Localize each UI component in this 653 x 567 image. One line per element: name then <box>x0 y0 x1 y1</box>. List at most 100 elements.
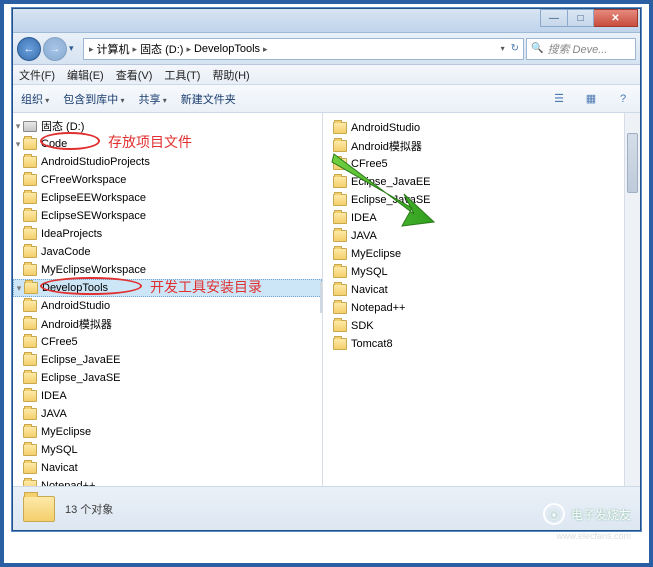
tree-item[interactable]: JavaCode <box>13 243 322 261</box>
scrollbar-vertical[interactable] <box>624 113 640 486</box>
folder-icon <box>333 302 347 314</box>
tree-item[interactable]: Notepad++ <box>13 477 322 486</box>
list-item[interactable]: Eclipse_JavaSE <box>329 191 640 209</box>
menu-tools[interactable]: 工具(T) <box>164 67 200 83</box>
tree-item[interactable]: MySQL <box>13 441 322 459</box>
tree-item[interactable]: IdeaProjects <box>13 225 322 243</box>
menu-view[interactable]: 查看(V) <box>116 67 153 83</box>
chevron-icon <box>262 43 269 55</box>
folder-icon <box>23 300 37 312</box>
folder-icon <box>23 336 37 348</box>
folder-icon <box>23 228 37 240</box>
search-input[interactable]: 🔍 搜索 Deve... <box>526 38 636 60</box>
list-item[interactable]: CFree5 <box>329 155 640 173</box>
folder-icon <box>333 230 347 242</box>
tree-item[interactable]: Eclipse_JavaEE <box>13 351 322 369</box>
status-bar: 13 个对象 <box>13 486 640 530</box>
list-item[interactable]: AndroidStudio <box>329 119 640 137</box>
forward-button[interactable]: → <box>43 37 67 61</box>
tree-item[interactable]: Eclipse_JavaSE <box>13 369 322 387</box>
close-button[interactable]: ✕ <box>594 9 638 27</box>
back-button[interactable]: ← <box>17 37 41 61</box>
include-library-button[interactable]: 包含到库中 <box>63 91 124 107</box>
view-mode-icon[interactable]: ☰ <box>550 90 568 108</box>
folder-icon <box>23 496 55 522</box>
list-item[interactable]: Eclipse_JavaEE <box>329 173 640 191</box>
tree-item[interactable]: AndroidStudioProjects <box>13 153 322 171</box>
new-folder-button[interactable]: 新建文件夹 <box>181 91 236 107</box>
watermark-url: www.elecfans.com <box>556 531 631 541</box>
tree-item[interactable]: CFreeWorkspace <box>13 171 322 189</box>
folder-icon <box>333 122 347 134</box>
folder-icon <box>23 354 37 366</box>
address-dropdown-icon[interactable]: ▾ <box>501 44 505 53</box>
list-item[interactable]: MyEclipse <box>329 245 640 263</box>
status-count: 13 个对象 <box>65 501 113 517</box>
folder-icon <box>23 156 37 168</box>
list-item[interactable]: IDEA <box>329 209 640 227</box>
organize-button[interactable]: 组织 <box>21 91 49 107</box>
list-item[interactable]: MySQL <box>329 263 640 281</box>
list-item[interactable]: Tomcat8 <box>329 335 640 353</box>
tree-item[interactable]: CFree5 <box>13 333 322 351</box>
chevron-icon <box>185 43 192 55</box>
list-item[interactable]: SDK <box>329 317 640 335</box>
menubar: 文件(F) 编辑(E) 查看(V) 工具(T) 帮助(H) <box>13 65 640 85</box>
file-list: AndroidStudio Android模拟器 CFree5 Eclipse_… <box>323 113 640 486</box>
tree-item-selected[interactable]: ▾DevelopTools <box>13 279 322 297</box>
maximize-button[interactable]: □ <box>568 9 594 27</box>
share-button[interactable]: 共享 <box>139 91 167 107</box>
address-bar[interactable]: 计算机 固态 (D:) DevelopTools ▾ ↻ <box>83 38 524 60</box>
folder-icon <box>23 174 37 186</box>
menu-edit[interactable]: 编辑(E) <box>67 67 104 83</box>
refresh-icon[interactable]: ↻ <box>511 43 519 54</box>
chevron-icon <box>88 43 95 55</box>
list-item[interactable]: Navicat <box>329 281 640 299</box>
tree-item[interactable]: MyEclipseWorkspace <box>13 261 322 279</box>
tree-item[interactable]: AndroidStudio <box>13 297 322 315</box>
drive-icon <box>23 121 37 132</box>
folder-icon <box>23 480 37 486</box>
folder-icon <box>24 282 38 294</box>
tree-drive[interactable]: ▾固态 (D:) <box>13 117 322 135</box>
tree-item[interactable]: MyEclipse <box>13 423 322 441</box>
breadcrumb[interactable]: 固态 (D:) <box>140 41 183 57</box>
folder-icon <box>23 138 37 150</box>
folder-icon <box>23 444 37 456</box>
search-icon: 🔍 <box>531 43 543 54</box>
folder-icon <box>333 158 347 170</box>
scroll-thumb[interactable] <box>627 133 638 193</box>
folder-icon <box>333 266 347 278</box>
tree-item[interactable]: Navicat <box>13 459 322 477</box>
menu-help[interactable]: 帮助(H) <box>212 67 249 83</box>
history-dropdown[interactable]: ▾ <box>69 43 81 54</box>
tree-item[interactable]: EclipseSEWorkspace <box>13 207 322 225</box>
breadcrumb[interactable]: 计算机 <box>97 41 130 57</box>
folder-icon <box>333 248 347 260</box>
list-item[interactable]: Android模拟器 <box>329 137 640 155</box>
toolbar: 组织 包含到库中 共享 新建文件夹 ☰ ▦ ? <box>13 85 640 113</box>
folder-icon <box>23 210 37 222</box>
breadcrumb[interactable]: DevelopTools <box>194 43 260 55</box>
menu-file[interactable]: 文件(F) <box>19 67 55 83</box>
folder-icon <box>333 194 347 206</box>
tree-item[interactable]: Android模拟器 <box>13 315 322 333</box>
folder-icon <box>333 176 347 188</box>
help-icon[interactable]: ? <box>614 90 632 108</box>
tree-item[interactable]: IDEA <box>13 387 322 405</box>
tree-item[interactable]: EclipseEEWorkspace <box>13 189 322 207</box>
folder-icon <box>333 212 347 224</box>
search-placeholder: 搜索 Deve... <box>547 41 607 57</box>
titlebar: — □ ✕ <box>13 9 640 33</box>
tree-item[interactable]: ▾Code <box>13 135 322 153</box>
explorer-window: — □ ✕ ← → ▾ 计算机 固态 (D:) DevelopTools ▾ ↻… <box>12 8 641 531</box>
details-pane-icon[interactable]: ▦ <box>582 90 600 108</box>
folder-icon <box>333 140 347 152</box>
list-item[interactable]: JAVA <box>329 227 640 245</box>
tree-item[interactable]: JAVA <box>13 405 322 423</box>
folder-icon <box>23 318 37 330</box>
minimize-button[interactable]: — <box>540 9 568 27</box>
folder-icon <box>23 246 37 258</box>
list-item[interactable]: Notepad++ <box>329 299 640 317</box>
folder-icon <box>23 390 37 402</box>
